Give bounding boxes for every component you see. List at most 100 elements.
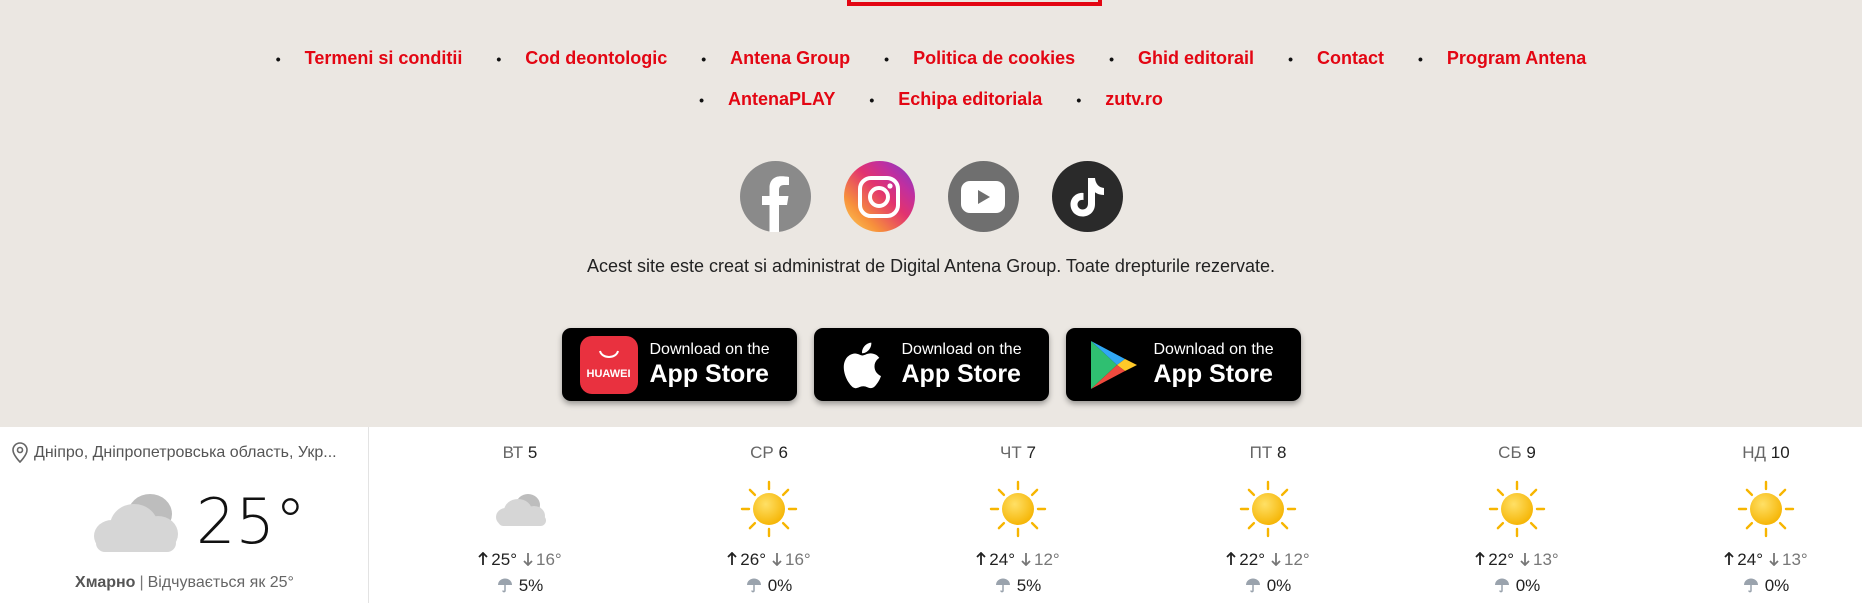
footer-link-cod-deontologic[interactable]: Cod deontologic (525, 48, 667, 69)
bullet: • (1109, 50, 1115, 67)
precipitation-chance: 0% (1515, 576, 1541, 595)
footer-link-program-antena[interactable]: Program Antena (1447, 48, 1586, 69)
footer-link-termeni[interactable]: Termeni si conditii (305, 48, 463, 69)
arrow-down-icon (1271, 553, 1281, 567)
cloudy-icon (94, 493, 178, 552)
umbrella-icon (1494, 578, 1509, 593)
tiktok-icon[interactable] (1051, 161, 1123, 232)
huawei-appgallery-icon: HUAWEI (579, 335, 638, 394)
precipitation: 5% (938, 576, 1098, 596)
arrow-down-icon (1769, 553, 1779, 567)
arrow-down-icon (772, 553, 782, 567)
day-of-week: СБ (1498, 443, 1522, 462)
precipitation-chance: 5% (518, 576, 544, 595)
forecast-day-label: СР 6 (689, 443, 849, 463)
instagram-icon[interactable] (843, 161, 915, 232)
footer-link-antenaplay[interactable]: AntenaPLAY (728, 89, 835, 110)
sunny-icon (988, 479, 1048, 539)
store-small-text: Download on the (649, 340, 770, 358)
arrow-down-icon (1021, 553, 1031, 567)
arrow-down-icon (1520, 553, 1530, 567)
huawei-brand-text: HUAWEI (586, 367, 631, 380)
high-temp: 22° (1488, 550, 1514, 569)
bullet: • (1076, 91, 1082, 108)
feels-like: Відчувається як 25° (147, 574, 294, 591)
bullet: • (699, 91, 704, 108)
current-temperature: 25° (196, 485, 306, 558)
day-date: 10 (1770, 443, 1790, 462)
facebook-icon[interactable] (739, 161, 811, 232)
day-of-week: ВТ (502, 443, 524, 462)
sunny-icon (739, 479, 799, 539)
forecast-day[interactable]: СБ 9 22° 13° 0% (1437, 427, 1597, 603)
sunny-icon (1487, 479, 1547, 539)
bullet: • (869, 91, 875, 108)
arrow-up-icon (727, 551, 737, 565)
social-links (0, 161, 1862, 232)
forecast-day-label: НД 10 (1686, 443, 1846, 463)
footer-link-cookies[interactable]: Politica de cookies (913, 48, 1075, 69)
forecast-day[interactable]: ВТ 5 25° 16° 5% (440, 427, 600, 603)
precipitation-chance: 0% (767, 576, 793, 595)
header-bracket-decoration (847, 0, 1102, 6)
precipitation-chance: 5% (1016, 576, 1042, 595)
location-pin-icon (12, 442, 28, 463)
low-temp: 16° (536, 550, 562, 569)
bullet: • (701, 50, 707, 67)
store-small-text: Download on the (1153, 340, 1274, 358)
footer-link-antena-group[interactable]: Antena Group (730, 48, 850, 69)
arrow-down-icon (523, 553, 533, 567)
low-temp: 13° (1782, 550, 1808, 569)
high-temp: 25° (491, 550, 517, 569)
bullet: • (1417, 50, 1423, 67)
arrow-up-icon (1475, 551, 1485, 565)
day-date: 7 (1026, 443, 1036, 462)
footer-link-ghid[interactable]: Ghid editorail (1138, 48, 1254, 69)
umbrella-icon (1245, 578, 1260, 593)
bullet: • (1288, 50, 1293, 67)
precipitation: 0% (1686, 576, 1846, 596)
current-condition: Хмарно (75, 574, 136, 591)
footer-link-zutv[interactable]: zutv.ro (1105, 89, 1163, 110)
day-of-week: НД (1742, 443, 1767, 462)
precipitation-chance: 0% (1266, 576, 1292, 595)
precipitation: 5% (440, 576, 600, 596)
youtube-icon[interactable] (947, 161, 1019, 232)
low-temp: 13° (1533, 550, 1559, 569)
high-temp: 22° (1239, 550, 1265, 569)
huawei-appgallery-button[interactable]: HUAWEI Download on the App Store (561, 328, 797, 401)
day-date: 6 (778, 443, 788, 462)
forecast-day-label: ПТ 8 (1188, 443, 1348, 463)
weather-widget: Дніпро, Дніпропетровська область, Укр...… (0, 427, 1862, 603)
forecast-day[interactable]: ЧТ 7 24° 12° 5% (938, 427, 1098, 603)
google-play-button[interactable]: Download on the App Store (1065, 328, 1301, 401)
forecast-day[interactable]: ПТ 8 22° 12° 0% (1188, 427, 1348, 603)
footer-link-contact[interactable]: Contact (1317, 48, 1384, 69)
umbrella-icon (746, 578, 761, 593)
location-text: Дніпро, Дніпропетровська область, Укр... (34, 443, 337, 461)
umbrella-icon (497, 578, 512, 593)
day-of-week: ПТ (1249, 443, 1273, 462)
apple-app-store-button[interactable]: Download on the App Store (813, 328, 1049, 401)
forecast-day[interactable]: НД 10 24° 13° 0% (1686, 427, 1846, 603)
arrow-up-icon (478, 551, 488, 565)
precipitation: 0% (689, 576, 849, 596)
forecast-day-label: ЧТ 7 (938, 443, 1098, 463)
bullet: • (496, 50, 502, 67)
umbrella-icon (995, 578, 1010, 593)
day-of-week: СР (750, 443, 774, 462)
day-date: 9 (1526, 443, 1536, 462)
forecast-day[interactable]: СР 6 26° 16° 0% (689, 427, 849, 603)
high-temp: 24° (1737, 550, 1763, 569)
precipitation: 0% (1437, 576, 1597, 596)
forecast-temps: 22° 13° (1437, 550, 1597, 570)
location[interactable]: Дніпро, Дніпропетровська область, Укр... (12, 442, 337, 463)
forecast-temps: 24° 12° (938, 550, 1098, 570)
store-big-text: App Store (901, 359, 1021, 388)
precipitation: 0% (1188, 576, 1348, 596)
umbrella-icon (1743, 578, 1758, 593)
arrow-up-icon (976, 551, 986, 565)
forecast-day-label: СБ 9 (1437, 443, 1597, 463)
separator: | (139, 574, 144, 591)
footer-link-echipa[interactable]: Echipa editoriala (898, 89, 1042, 110)
